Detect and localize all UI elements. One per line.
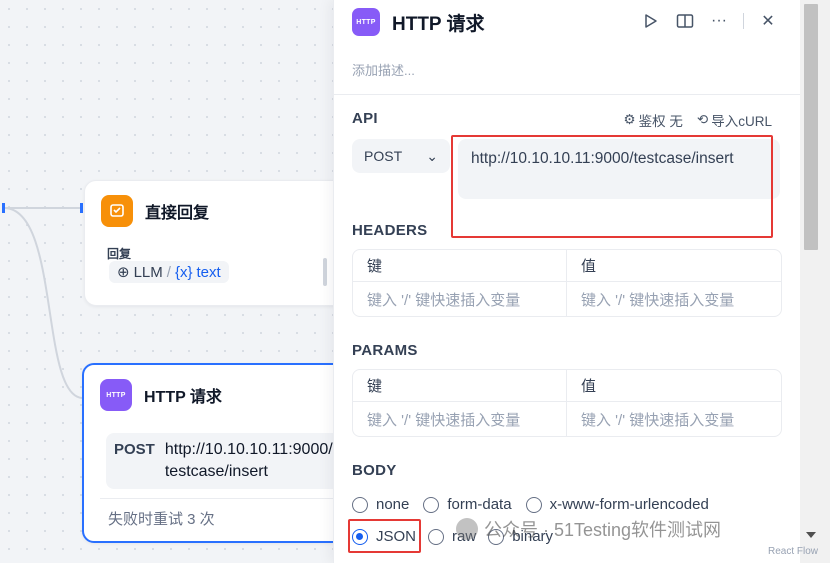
http-node-title: HTTP 请求 (144, 389, 222, 406)
gear-icon: ⚙ (623, 112, 636, 127)
highlight-box-url (451, 135, 773, 238)
params-key-input[interactable]: 键入 '/' 键快速插入变量 (353, 402, 567, 436)
divider (334, 94, 801, 95)
panel-scrollbar[interactable] (800, 0, 830, 563)
more-icon[interactable]: ··· (709, 10, 729, 32)
reply-field-label: 回复 (107, 247, 132, 261)
body-option-form-data[interactable]: form-data (423, 496, 512, 513)
chip-var-label: text (196, 263, 221, 281)
import-label: 导入cURL (711, 114, 772, 129)
params-table: 键 值 键入 '/' 键快速插入变量 键入 '/' 键快速插入变量 (352, 369, 782, 437)
headers-value-header: 值 (567, 250, 781, 282)
headers-section-label: HEADERS (352, 222, 428, 239)
watermark: 公众号 · 51Testing软件测试网 (456, 516, 721, 542)
retry-text: 失败时重试 3 次 (108, 511, 215, 528)
scrollbar-thumb[interactable] (804, 4, 818, 250)
description-input[interactable]: 添加描述... (352, 60, 415, 79)
reply-node-title: 直接回复 (145, 205, 210, 222)
highlight-box-json (348, 519, 421, 553)
auth-label: 鉴权 无 (638, 114, 683, 129)
import-icon: ⟲ (696, 112, 709, 127)
chevron-down-icon: ⌄ (426, 147, 438, 164)
body-section-label: BODY (352, 462, 397, 479)
run-icon[interactable] (641, 10, 661, 32)
radio-icon (428, 528, 445, 545)
http-icon: HTTP (100, 379, 132, 411)
radio-icon (525, 496, 542, 513)
reply-variable-chip[interactable]: ⊕ LLM / {x} text (109, 261, 229, 283)
headers-key-input[interactable]: 键入 '/' 键快速插入变量 (353, 282, 567, 316)
api-tools: ⚙ 鉴权 无 ⟲ 导入cURL (624, 110, 772, 130)
reply-node[interactable]: 直接回复 回复 ⊕ LLM / {x} text (84, 180, 354, 306)
api-section-label: API (352, 110, 378, 127)
params-section-label: PARAMS (352, 342, 418, 359)
panel-toolbar: ··· ✕ (641, 10, 778, 32)
http-node-method: POST (114, 441, 155, 458)
toolbar-separator (743, 13, 744, 29)
body-option-urlencoded[interactable]: x-www-form-urlencoded (525, 496, 709, 513)
option-label: form-data (447, 496, 512, 513)
params-key-header: 键 (353, 370, 567, 402)
http-node-url: http://10.10.10.11:9000/testcase/insert (164, 441, 333, 480)
headers-value-input[interactable]: 键入 '/' 键快速插入变量 (567, 282, 781, 316)
option-label: x-www-form-urlencoded (549, 496, 709, 513)
panel-title[interactable]: HTTP 请求 (392, 9, 485, 36)
http-node-request: POST http://10.10.10.11:9000/testcase/in… (106, 433, 346, 489)
reply-icon (101, 195, 133, 227)
book-icon[interactable] (675, 10, 695, 32)
method-value: POST (364, 148, 403, 164)
import-curl-button[interactable]: ⟲ 导入cURL (697, 110, 772, 130)
body-option-none[interactable]: none (352, 496, 409, 513)
react-flow-attribution[interactable]: React Flow (768, 546, 818, 557)
chip-llm-label: LLM (133, 263, 163, 281)
auth-button[interactable]: ⚙ 鉴权 无 (624, 110, 683, 130)
body-type-options-row1: none form-data x-www-form-urlencoded (352, 496, 709, 513)
variable-icon: {x} (174, 263, 193, 281)
method-select[interactable]: POST ⌄ (352, 139, 450, 173)
llm-icon: ⊕ (117, 264, 130, 281)
params-value-header: 值 (567, 370, 781, 402)
headers-table: 键 值 键入 '/' 键快速插入变量 键入 '/' 键快速插入变量 (352, 249, 782, 317)
scroll-down-arrow-icon[interactable] (806, 532, 816, 538)
http-settings-panel: HTTP HTTP 请求 ··· ✕ 添加描述... API ⚙ 鉴权 无 ⟲ … (333, 0, 801, 563)
wechat-logo-icon (456, 518, 478, 540)
radio-icon (352, 496, 368, 513)
option-label: none (376, 496, 410, 513)
divider (100, 498, 346, 499)
reply-scroll-indicator (323, 258, 327, 286)
chip-separator: / (166, 263, 171, 281)
headers-key-header: 键 (353, 250, 567, 282)
close-icon[interactable]: ✕ (758, 10, 778, 32)
radio-icon (423, 496, 440, 513)
watermark-text: 公众号 · 51Testing软件测试网 (484, 520, 722, 540)
http-icon: HTTP (352, 8, 380, 36)
http-node[interactable]: HTTP HTTP 请求 POST http://10.10.10.11:900… (82, 363, 354, 543)
params-value-input[interactable]: 键入 '/' 键快速插入变量 (567, 402, 781, 436)
